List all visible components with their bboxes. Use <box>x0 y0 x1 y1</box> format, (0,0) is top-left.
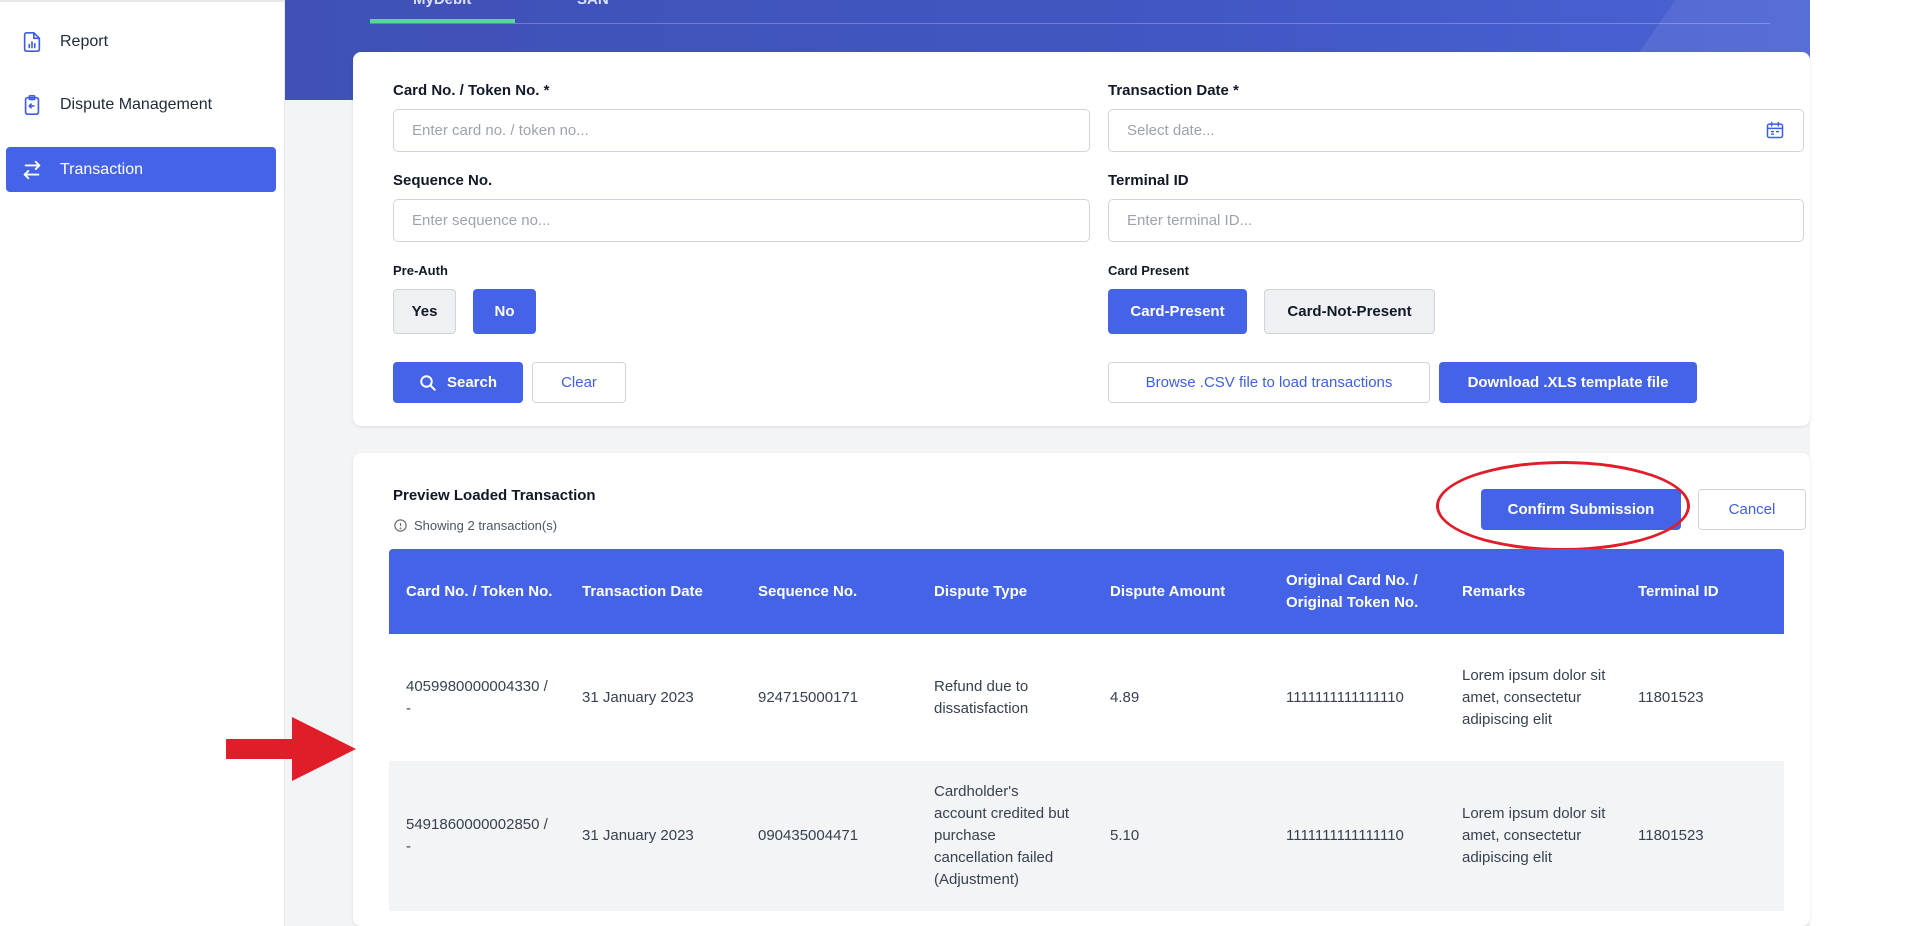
search-button[interactable]: Search <box>393 362 523 403</box>
card-no-label: Card No. / Token No. * <box>393 82 550 99</box>
column-header: Sequence No. <box>758 582 858 600</box>
calendar-icon[interactable] <box>1765 120 1785 140</box>
tab-mydebit[interactable]: MyDebit <box>413 0 471 8</box>
sidebar-item-label: Transaction <box>60 160 143 178</box>
report-icon <box>18 28 46 56</box>
table-cell: Lorem ipsum dolor sit amet, consectetur … <box>1462 805 1606 866</box>
transaction-date-input[interactable] <box>1108 109 1804 152</box>
transfer-arrows-icon <box>18 156 46 184</box>
table-row[interactable]: 4059980000004330 / - 31 January 2023 924… <box>389 634 1784 761</box>
sidebar-item-label: Dispute Management <box>60 95 213 113</box>
sidebar-item-transaction[interactable]: Transaction <box>6 147 276 192</box>
sequence-no-input[interactable] <box>393 199 1090 242</box>
download-template-button[interactable]: Download .XLS template file <box>1439 362 1697 403</box>
column-header: Transaction Date <box>582 582 703 600</box>
sidebar-item-report[interactable]: Report <box>6 19 276 64</box>
active-tab-indicator <box>370 19 515 23</box>
transaction-count: Showing 2 transaction(s) <box>393 518 557 533</box>
table-cell: 31 January 2023 <box>582 688 694 706</box>
info-icon <box>393 518 408 533</box>
column-header: Remarks <box>1462 582 1526 600</box>
preview-title: Preview Loaded Transaction <box>393 487 596 504</box>
sidebar-item-label: Report <box>60 32 109 50</box>
browse-csv-button[interactable]: Browse .CSV file to load transactions <box>1108 362 1430 403</box>
pre-auth-no-button[interactable]: No <box>473 289 536 334</box>
table-cell: 1111111111111110 <box>1286 827 1404 844</box>
sidebar: Report Dispute Management Transaction <box>0 0 285 926</box>
sidebar-top-divider <box>0 0 285 2</box>
clipboard-icon <box>18 91 46 119</box>
table-cell: 11801523 <box>1638 688 1704 706</box>
card-present-button[interactable]: Card-Present <box>1108 289 1247 334</box>
table-cell: 090435004471 <box>758 827 859 844</box>
sequence-no-label: Sequence No. <box>393 172 493 189</box>
sidebar-item-dispute-management[interactable]: Dispute Management <box>6 82 276 127</box>
table-cell: Cardholder's account credited but purcha… <box>934 783 1070 888</box>
clear-button[interactable]: Clear <box>532 362 626 403</box>
table-cell: 5.10 <box>1110 827 1140 844</box>
table-header: Card No. / Token No. Transaction Date Se… <box>389 549 1784 634</box>
preview-table: Card No. / Token No. Transaction Date Se… <box>389 549 1784 911</box>
table-cell: 4059980000004330 / - <box>406 677 548 717</box>
table-cell: 1111111111111110 <box>1286 688 1404 706</box>
table-cell: Refund due to dissatisfaction <box>934 677 1029 717</box>
column-header: Card No. / Token No. <box>406 582 553 600</box>
column-header: Dispute Type <box>934 582 1028 600</box>
annotation-arrow-icon <box>226 717 356 781</box>
column-header: Terminal ID <box>1638 582 1719 600</box>
pre-auth-label: Pre-Auth <box>393 263 448 278</box>
table-cell: 5491860000002850 / - <box>406 816 548 855</box>
column-header: Dispute Amount <box>1110 582 1226 600</box>
table-cell: Lorem ipsum dolor sit amet, consectetur … <box>1462 666 1606 728</box>
card-not-present-button[interactable]: Card-Not-Present <box>1264 289 1435 334</box>
search-button-label: Search <box>446 374 498 391</box>
right-margin <box>1810 0 1910 926</box>
column-header: Original Card No. / Original Token No. <box>1286 571 1419 611</box>
table-cell: 4.89 <box>1110 688 1140 706</box>
transaction-count-text: Showing 2 transaction(s) <box>414 518 558 533</box>
table-cell: 924715000171 <box>758 688 859 706</box>
terminal-id-label: Terminal ID <box>1108 172 1189 189</box>
terminal-id-input[interactable] <box>1108 199 1804 242</box>
tab-divider <box>370 23 1770 24</box>
banner-decoration <box>1633 0 1810 60</box>
table-row[interactable]: 5491860000002850 / - 31 January 2023 090… <box>389 761 1784 911</box>
confirm-submission-button[interactable]: Confirm Submission <box>1481 489 1681 530</box>
pre-auth-yes-button[interactable]: Yes <box>393 289 456 334</box>
search-icon <box>419 374 437 392</box>
table-cell: 11801523 <box>1638 827 1704 844</box>
cancel-button[interactable]: Cancel <box>1698 489 1806 530</box>
card-no-input[interactable] <box>393 109 1090 152</box>
card-present-label: Card Present <box>1108 263 1189 278</box>
table-cell: 31 January 2023 <box>582 827 694 844</box>
transaction-date-label: Transaction Date * <box>1108 82 1239 99</box>
tab-san[interactable]: SAN <box>577 0 609 8</box>
